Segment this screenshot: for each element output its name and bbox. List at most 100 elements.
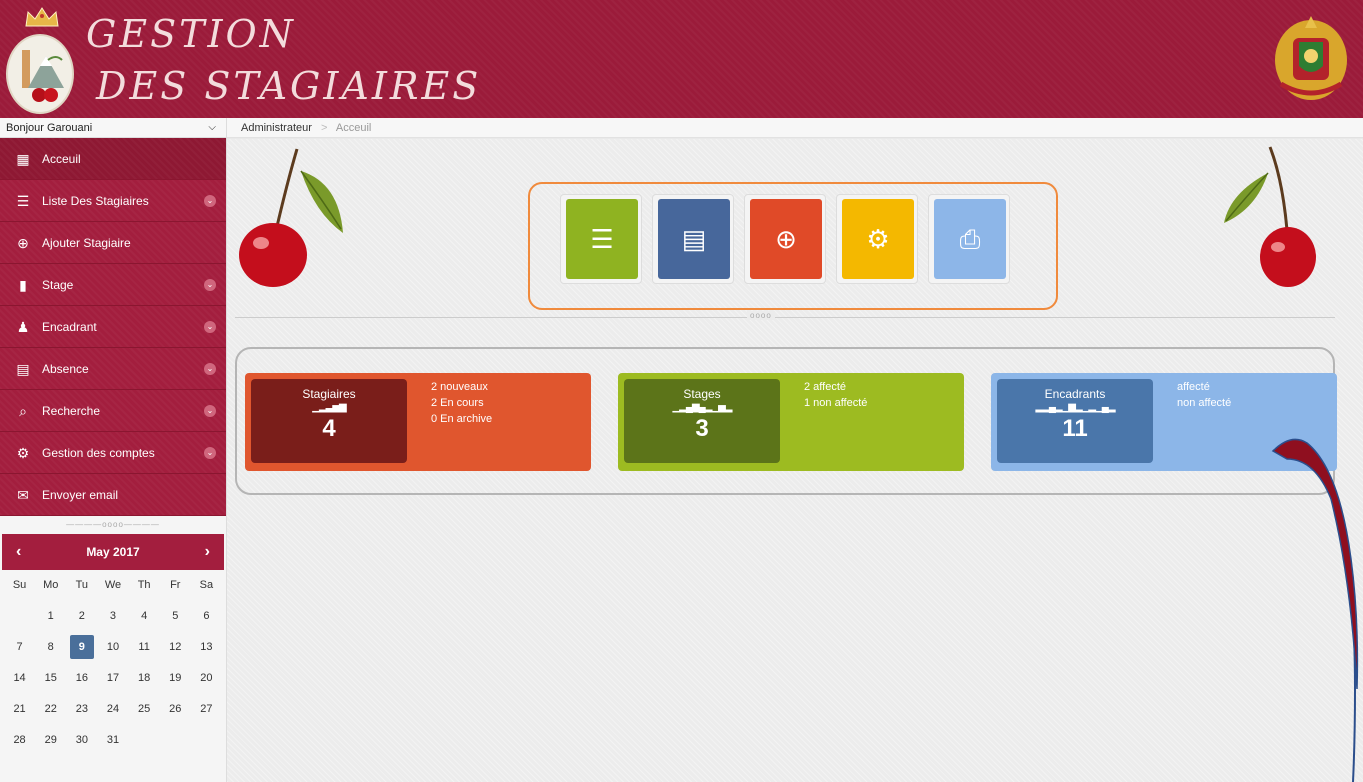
stat-card-stages[interactable]: Stages ▁▂▄▆▄▂▁▅▂ 3 2 affecté 1 non affec… [618, 373, 964, 471]
user-menu[interactable]: Bonjour Garouani ⌵ [0, 118, 226, 138]
quick-button-archive-wrap: ▤ [652, 194, 734, 284]
calendar-day[interactable]: 31 [97, 725, 128, 756]
sidebar-item-label: Liste Des Stagiaires [42, 194, 149, 208]
calendar-day[interactable]: 10 [97, 632, 128, 663]
calendar-day [4, 601, 35, 632]
calendar-day-today[interactable]: 9 [66, 632, 97, 663]
bar-chart-icon: ▂▂▄▂▁▆▂▁▂▁▄▂ [1035, 402, 1115, 413]
calendar-day[interactable]: 21 [4, 694, 35, 725]
sidebar-item-stage[interactable]: ▮ Stage ⌄ [0, 264, 226, 306]
sidebar-item-liste-stagiaires[interactable]: ☰ Liste Des Stagiaires ⌄ [0, 180, 226, 222]
calendar-day[interactable]: 6 [191, 601, 222, 632]
stat-details: affecté non affecté [1177, 379, 1231, 411]
weekday-label: Mo [43, 579, 59, 591]
app-logo [6, 34, 74, 114]
stat-card-inner: Stagiaires ▁▂▃▅▆ 4 [251, 379, 407, 463]
weekday-label: Sa [199, 579, 214, 591]
plus-circle-icon: ⊕ [17, 235, 29, 251]
today-label: 9 [69, 635, 94, 659]
sidebar-item-ajouter-stagiaire[interactable]: ⊕ Ajouter Stagiaire [0, 222, 226, 264]
app-header: GESTION DES STAGIAIRES [0, 0, 1363, 118]
stat-details: 2 affecté 1 non affecté [804, 379, 867, 411]
chevron-right-icon[interactable]: › [205, 534, 210, 570]
chevron-down-icon: ⌄ [204, 279, 216, 291]
sidebar-item-label: Encadrant [42, 320, 97, 334]
sidebar-item-envoyer-email[interactable]: ✉ Envoyer email [0, 474, 226, 516]
calendar: ‹ May 2017 › Su Mo Tu We Th Fr Sa 1 2 3 … [2, 534, 224, 756]
calendar-day[interactable]: 15 [35, 663, 66, 694]
calendar-day[interactable]: 23 [66, 694, 97, 725]
quick-print-button[interactable]: ⎙ [934, 199, 1006, 279]
bar-chart-icon: ▁▂▄▆▄▂▁▅▂ [672, 402, 732, 413]
calendar-day[interactable]: 11 [129, 632, 160, 663]
calendar-day[interactable]: 13 [191, 632, 222, 663]
breadcrumb-separator-icon: > [320, 122, 328, 134]
main-content: ☰ ▤ ⊕ ⚙ ⎙ oooo Stagiaires ▁▂▃▅▆ 4 2 nouv… [227, 139, 1363, 782]
calendar-day [129, 725, 160, 756]
annotation-arrow-icon [1271, 438, 1359, 782]
stat-card-inner: Stages ▁▂▄▆▄▂▁▅▂ 3 [624, 379, 780, 463]
quick-list-button[interactable]: ☰ [566, 199, 638, 279]
sidebar-item-label: Recherche [42, 404, 101, 418]
target-icon: ⊕ [775, 224, 797, 254]
calendar-day[interactable]: 7 [4, 632, 35, 663]
sidebar-item-label: Gestion des comptes [42, 446, 155, 460]
sidebar-item-acceuil[interactable]: ▦ Acceuil [0, 138, 226, 180]
sidebar-item-absence[interactable]: ▤ Absence ⌄ [0, 348, 226, 390]
calendar-day[interactable]: 22 [35, 694, 66, 725]
print-icon: ⎙ [959, 224, 981, 254]
calendar-day[interactable]: 16 [66, 663, 97, 694]
document-icon: ▤ [16, 361, 30, 377]
sidebar-item-label: Ajouter Stagiaire [42, 236, 131, 250]
calendar-day[interactable]: 3 [97, 601, 128, 632]
stat-card-stagiaires[interactable]: Stagiaires ▁▂▃▅▆ 4 2 nouveaux 2 En cours… [245, 373, 591, 471]
sidebar-item-recherche[interactable]: ⌕ Recherche ⌄ [0, 390, 226, 432]
calendar-day[interactable]: 12 [160, 632, 191, 663]
calendar-day[interactable]: 18 [129, 663, 160, 694]
chevron-down-icon: ⌵ [208, 122, 216, 133]
breadcrumb-root[interactable]: Administrateur [241, 122, 312, 134]
calendar-day[interactable]: 2 [66, 601, 97, 632]
calendar-day[interactable]: 27 [191, 694, 222, 725]
quick-settings-button[interactable]: ⚙ [842, 199, 914, 279]
calendar-day[interactable]: 25 [129, 694, 160, 725]
calendar-day[interactable]: 1 [35, 601, 66, 632]
calendar-day[interactable]: 17 [97, 663, 128, 694]
calendar-day[interactable]: 20 [191, 663, 222, 694]
calendar-day[interactable]: 19 [160, 663, 191, 694]
calendar-day[interactable]: 26 [160, 694, 191, 725]
weekday-label: Fr [170, 579, 181, 591]
file-icon: ▮ [19, 277, 27, 293]
stat-detail-line: 2 En cours [431, 397, 484, 409]
calendar-day[interactable]: 28 [4, 725, 35, 756]
app-title-line2: DES STAGIAIRES [96, 64, 482, 108]
quick-archive-button[interactable]: ▤ [658, 199, 730, 279]
users-icon: ♟ [16, 319, 30, 335]
chevron-down-icon: ⌄ [204, 321, 216, 333]
quick-button-settings-wrap: ⚙ [836, 194, 918, 284]
calendar-day[interactable]: 24 [97, 694, 128, 725]
stat-detail-line: 2 affecté [804, 381, 846, 393]
calendar-day[interactable]: 14 [4, 663, 35, 694]
calendar-day[interactable]: 5 [160, 601, 191, 632]
bar-chart-icon: ▁▂▃▅▆ [312, 402, 346, 413]
grid-icon: ▦ [16, 151, 30, 167]
chevron-down-icon: ⌄ [204, 195, 216, 207]
stat-detail-line: non affecté [1177, 397, 1232, 409]
quick-target-button[interactable]: ⊕ [750, 199, 822, 279]
sidebar-item-encadrant[interactable]: ♟ Encadrant ⌄ [0, 306, 226, 348]
sidebar-item-label: Envoyer email [42, 488, 119, 502]
stats-panel: Stagiaires ▁▂▃▅▆ 4 2 nouveaux 2 En cours… [235, 347, 1337, 495]
sidebar-collapse-handle[interactable]: ————oooo———— [0, 516, 226, 534]
chevron-left-icon[interactable]: ‹ [16, 534, 21, 570]
calendar-day[interactable]: 8 [35, 632, 66, 663]
calendar-day[interactable]: 30 [66, 725, 97, 756]
coat-of-arms-icon [1275, 16, 1347, 100]
sidebar-item-label: Acceuil [42, 152, 81, 166]
calendar-grid: Su Mo Tu We Th Fr Sa 1 2 3 4 5 6 7 8 9 1… [2, 570, 224, 756]
calendar-day[interactable]: 4 [129, 601, 160, 632]
calendar-day[interactable]: 29 [35, 725, 66, 756]
stat-card-inner: Encadrants ▂▂▄▂▁▆▂▁▂▁▄▂ 11 [997, 379, 1153, 463]
sidebar-item-gestion-comptes[interactable]: ⚙ Gestion des comptes ⌄ [0, 432, 226, 474]
stat-detail-line: 2 nouveaux [431, 381, 488, 393]
